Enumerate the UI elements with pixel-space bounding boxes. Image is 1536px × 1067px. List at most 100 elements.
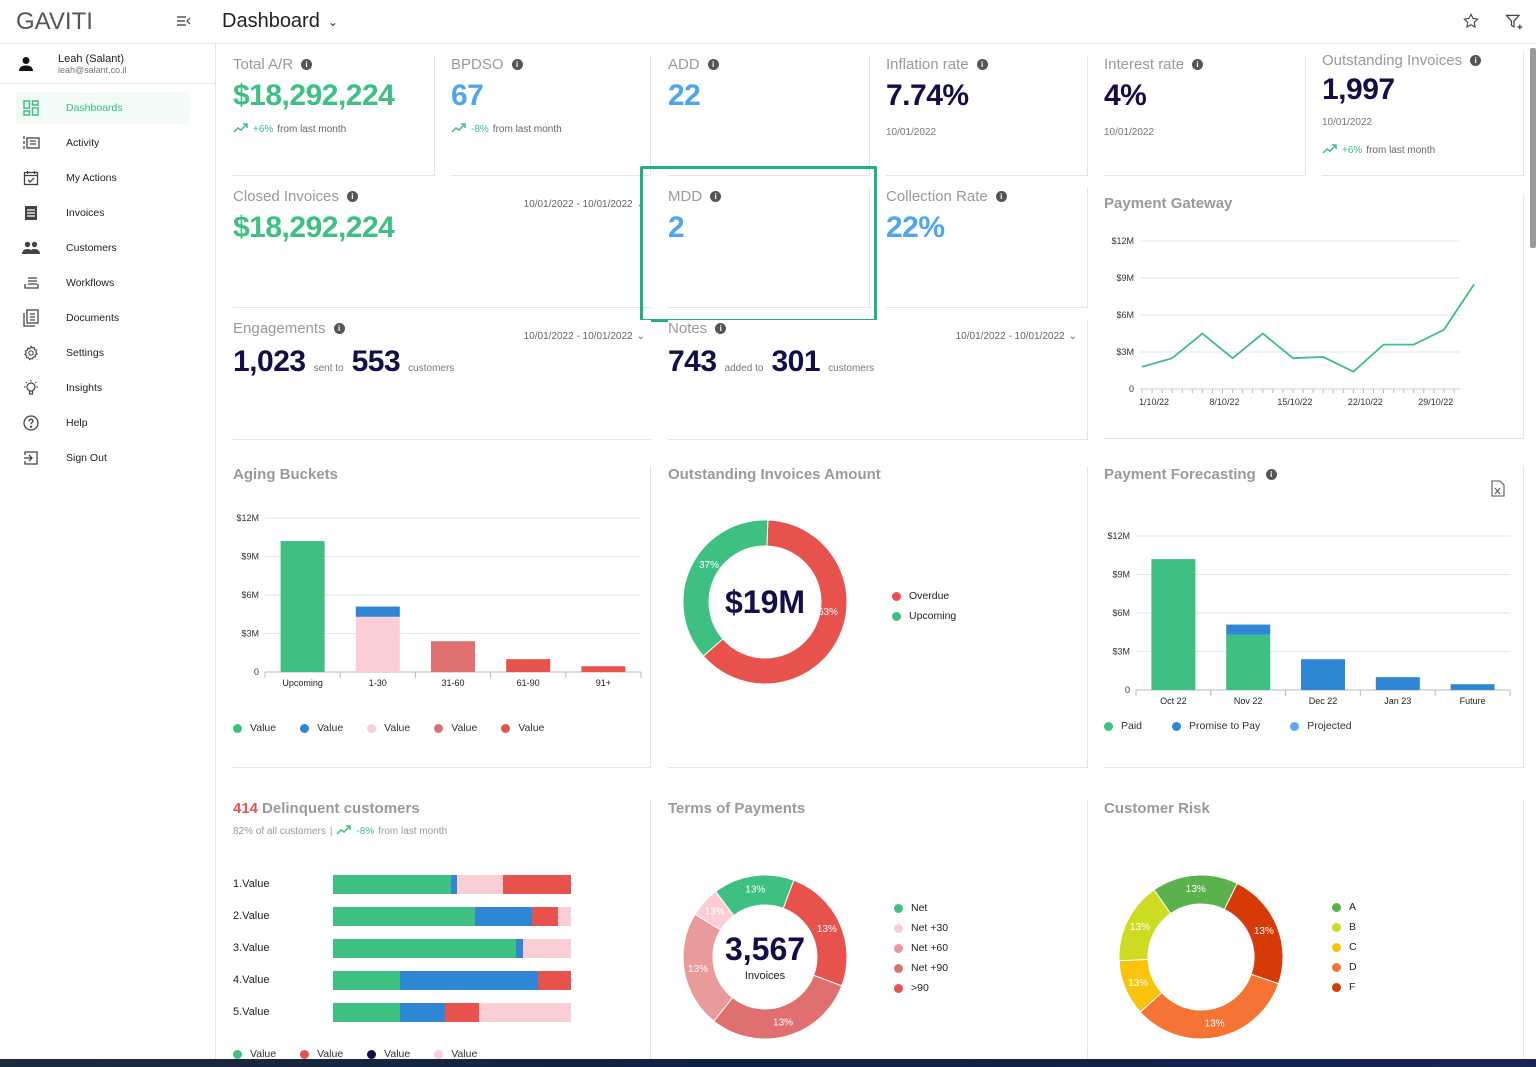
kpi-label: Inflation rate	[886, 56, 969, 73]
info-icon[interactable]: i	[1192, 59, 1204, 70]
kpi-closed-invoices: Closed Invoices i 10/01/2022 - 10/01/2022…	[233, 188, 651, 308]
kpi-date: 10/01/2022	[1322, 117, 1373, 128]
legend-item[interactable]: Net	[894, 902, 948, 914]
legend-label: Paid	[1121, 720, 1143, 732]
gaviti-logo[interactable]: GAVITI	[16, 8, 93, 36]
date-range-picker[interactable]: 10/01/2022 - 10/01/2022 ⌄	[956, 331, 1077, 342]
sidebar-item-my-actions[interactable]: My Actions	[16, 162, 189, 194]
sidebar-item-settings[interactable]: Settings	[16, 337, 189, 369]
sidebar-item-dashboards[interactable]: Dashboards	[16, 92, 189, 124]
legend-item[interactable]: F	[1332, 981, 1357, 993]
kpi-value: 7.74%	[886, 79, 969, 112]
legend-item[interactable]: Promise to Pay	[1172, 720, 1260, 732]
hbar-segment	[333, 1002, 400, 1022]
star-icon[interactable]	[1462, 12, 1482, 32]
info-icon[interactable]: i	[710, 191, 722, 202]
x-tick-label: Jan 23	[1384, 696, 1411, 706]
chart-title: Terms of Payments	[668, 800, 806, 817]
sidebar: Leah (Salant) leah@salant.co.il Dashboar…	[0, 44, 216, 1067]
x-tick-label: 1-30	[369, 678, 387, 688]
info-icon[interactable]: i	[976, 59, 988, 70]
hbar-segment	[399, 970, 538, 990]
sidebar-item-invoices[interactable]: Invoices	[16, 197, 189, 229]
info-icon[interactable]: i	[715, 323, 727, 334]
x-tick-label: 15/10/22	[1277, 397, 1312, 407]
info-icon[interactable]: i	[1265, 469, 1277, 480]
legend-item[interactable]: Value	[434, 722, 477, 734]
legend-item[interactable]: Overdue	[892, 590, 956, 602]
legend-item[interactable]: Projected	[1290, 720, 1352, 732]
y-tick-label: $12M	[1107, 531, 1130, 541]
sidebar-item-activity[interactable]: Activity	[16, 127, 189, 159]
legend-swatch	[894, 923, 903, 933]
kpi-label: Collection Rate	[886, 188, 988, 205]
sidebar-item-customers[interactable]: Customers	[16, 232, 189, 264]
hbar-track	[333, 906, 571, 926]
sidebar-item-label: Settings	[66, 347, 104, 359]
engagements-card: Engagements i 10/01/2022 - 10/01/2022 ⌄ 1,…	[233, 320, 651, 440]
hbar-track	[333, 1002, 571, 1022]
legend-item[interactable]: >90	[894, 982, 948, 994]
info-icon[interactable]: i	[1470, 55, 1482, 66]
info-icon[interactable]: i	[995, 191, 1007, 202]
info-icon[interactable]: i	[511, 59, 523, 70]
hbar-segment	[333, 938, 517, 958]
trend-up-icon	[1322, 144, 1338, 157]
hbar-segment	[479, 1002, 571, 1022]
legend-item[interactable]: Value	[300, 722, 343, 734]
legend-item[interactable]: A	[1332, 901, 1357, 913]
info-icon[interactable]: i	[301, 59, 313, 70]
hbar-track	[333, 970, 571, 990]
info-icon[interactable]: i	[333, 323, 345, 334]
legend-swatch	[367, 723, 377, 733]
sidebar-item-sign-out[interactable]: Sign Out	[16, 442, 189, 474]
user-profile[interactable]: Leah (Salant) leah@salant.co.il	[0, 44, 215, 84]
scrollbar[interactable]	[1530, 48, 1536, 248]
slice-label: 13%	[705, 906, 725, 917]
customer-risk-legend: ABCDF	[1332, 901, 1357, 993]
slice-label: 13%	[688, 964, 708, 975]
legend-item[interactable]: B	[1332, 921, 1357, 933]
hbar-row: 4.Value	[233, 964, 571, 996]
aging-buckets-legend: Value Value Value Value Value	[233, 722, 544, 734]
kpi-change: +6%	[253, 124, 274, 135]
legend-item[interactable]: D	[1332, 961, 1357, 973]
kpi-value: 67	[451, 79, 484, 112]
sidebar-item-label: Invoices	[66, 207, 105, 219]
legend-item[interactable]: Value	[233, 722, 276, 734]
info-icon[interactable]: i	[346, 191, 358, 202]
date-range-picker[interactable]: 10/01/2022 - 10/01/2022 ⌄	[524, 331, 645, 342]
sidebar-item-insights[interactable]: Insights	[16, 372, 189, 404]
export-excel-icon[interactable]	[1491, 480, 1505, 502]
legend-item[interactable]: Net +60	[894, 942, 948, 954]
legend-item[interactable]: Value	[367, 722, 410, 734]
sidebar-item-documents[interactable]: Documents	[16, 302, 189, 334]
legend-swatch	[894, 943, 903, 953]
payment-gateway-chart: 0 $3M $6M $9M $12M 1/10/22 8/10/22 15/10/22 22/1…	[1111, 236, 1475, 407]
legend-item[interactable]: Paid	[1104, 720, 1142, 732]
page-title: Dashboard	[222, 10, 320, 32]
chevron-down-icon: ⌄	[636, 331, 645, 342]
collapse-menu-icon[interactable]	[176, 14, 192, 28]
x-tick-label: 8/10/22	[1209, 397, 1239, 407]
legend-item[interactable]: Net +90	[894, 962, 948, 974]
kpi-value: 22%	[886, 211, 945, 244]
info-icon[interactable]: i	[707, 59, 719, 70]
hbar-label: 5.Value	[233, 1006, 270, 1018]
legend-item[interactable]: C	[1332, 941, 1357, 953]
engagements-suffix: customers	[408, 363, 455, 374]
legend-item[interactable]: Value	[501, 722, 544, 734]
sidebar-item-workflows[interactable]: Workflows	[16, 267, 189, 299]
sign-out-icon	[22, 449, 40, 467]
date-range-picker[interactable]: 10/01/2022 - 10/01/2022 ⌄	[524, 199, 645, 210]
add-filter-icon[interactable]	[1504, 12, 1524, 32]
dashboard-selector[interactable]: Dashboard ⌄	[222, 10, 338, 33]
sidebar-item-help[interactable]: Help	[16, 407, 189, 439]
x-tick-label: 22/10/22	[1348, 397, 1383, 407]
hbar-track	[333, 874, 571, 894]
legend-item[interactable]: Upcoming	[892, 610, 956, 622]
legend-item[interactable]: Net +30	[894, 922, 948, 934]
y-tick-label: $9M	[1116, 273, 1134, 283]
slice-label: 13%	[773, 1018, 793, 1029]
payment-forecasting-legend: Paid Promise to Pay Projected	[1104, 720, 1352, 732]
